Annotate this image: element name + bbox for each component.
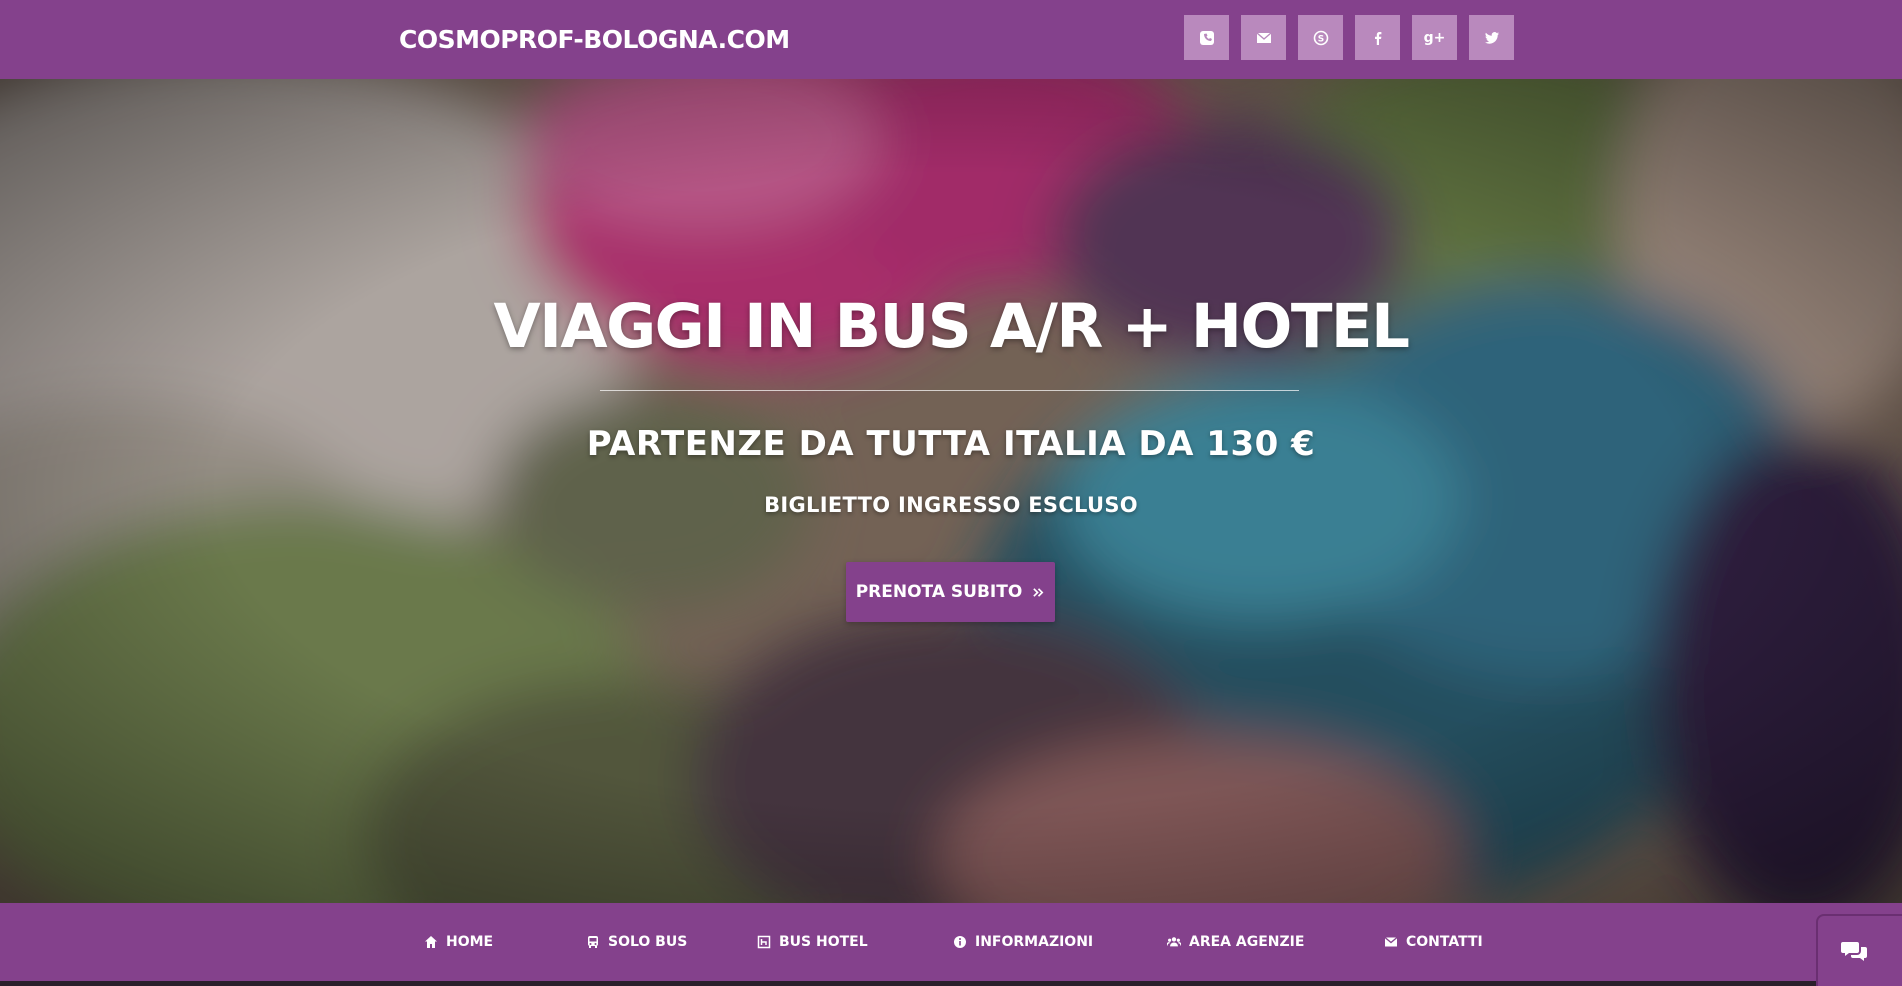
nav-item-informazioni[interactable]: INFORMAZIONI	[953, 903, 1093, 981]
top-header-bar: COSMOPROF-BOLOGNA.COM S g+	[0, 0, 1902, 79]
hero-note: BIGLIETTO INGRESSO ESCLUSO	[764, 493, 1138, 517]
phone-button[interactable]	[1184, 15, 1229, 60]
nav-label-contatti: CONTATTI	[1406, 934, 1483, 950]
nav-label-informazioni: INFORMAZIONI	[975, 934, 1094, 950]
nav-item-contatti[interactable]: CONTATTI	[1384, 903, 1483, 981]
nav-label-area-agenzie: AREA AGENZIE	[1189, 934, 1305, 950]
info-icon	[954, 936, 966, 948]
nav-item-area-agenzie[interactable]: AREA AGENZIE	[1167, 903, 1304, 981]
live-chat-button[interactable]	[1816, 914, 1902, 986]
svg-text:S: S	[1317, 34, 1323, 44]
hero-title: VIAGGI IN BUS A/R + HOTEL	[493, 291, 1410, 362]
nav-item-home[interactable]: HOME	[424, 903, 493, 981]
google-plus-icon: g+	[1423, 29, 1446, 46]
home-icon	[425, 936, 437, 948]
hero-content: VIAGGI IN BUS A/R + HOTEL PARTENZE DA TU…	[0, 79, 1902, 903]
skype-button[interactable]: S	[1298, 15, 1343, 60]
nav-label-solo-bus: SOLO BUS	[608, 934, 688, 950]
nav-label-bus-hotel: BUS HOTEL	[779, 934, 868, 950]
book-now-label: PRENOTA SUBITO	[855, 582, 1023, 602]
twitter-icon	[1484, 31, 1499, 44]
email-button[interactable]	[1241, 15, 1286, 60]
users-icon	[1167, 937, 1181, 947]
double-chevron-right-icon	[1033, 587, 1044, 597]
twitter-button[interactable]	[1469, 15, 1514, 60]
nav-item-solo-bus[interactable]: SOLO BUS	[586, 903, 687, 981]
hotel-icon	[757, 935, 771, 949]
envelope-icon	[1256, 31, 1271, 43]
nav-label-home: HOME	[446, 934, 494, 950]
bus-icon	[588, 936, 598, 948]
hero-subtitle: PARTENZE DA TUTTA ITALIA DA 130 €	[586, 424, 1316, 464]
site-brand-logo[interactable]: COSMOPROF-BOLOGNA.COM	[399, 0, 790, 79]
hero-divider	[600, 390, 1299, 391]
phone-icon	[1199, 30, 1214, 45]
social-links: S g+	[1184, 15, 1514, 60]
skype-icon: S	[1313, 30, 1328, 45]
facebook-icon	[1374, 31, 1381, 45]
facebook-button[interactable]	[1355, 15, 1400, 60]
book-now-button[interactable]: PRENOTA SUBITO	[846, 562, 1055, 622]
google-plus-button[interactable]: g+	[1412, 15, 1457, 60]
nav-item-bus-hotel[interactable]: BUS HOTEL	[757, 903, 868, 981]
envelope-icon	[1384, 937, 1398, 947]
hero-banner: VIAGGI IN BUS A/R + HOTEL PARTENZE DA TU…	[0, 79, 1902, 903]
chat-bubbles-icon	[1841, 942, 1867, 961]
bottom-navigation-bar: HOME SOLO BUS BUS HOTEL INFORMAZIONI ARE…	[0, 903, 1902, 981]
